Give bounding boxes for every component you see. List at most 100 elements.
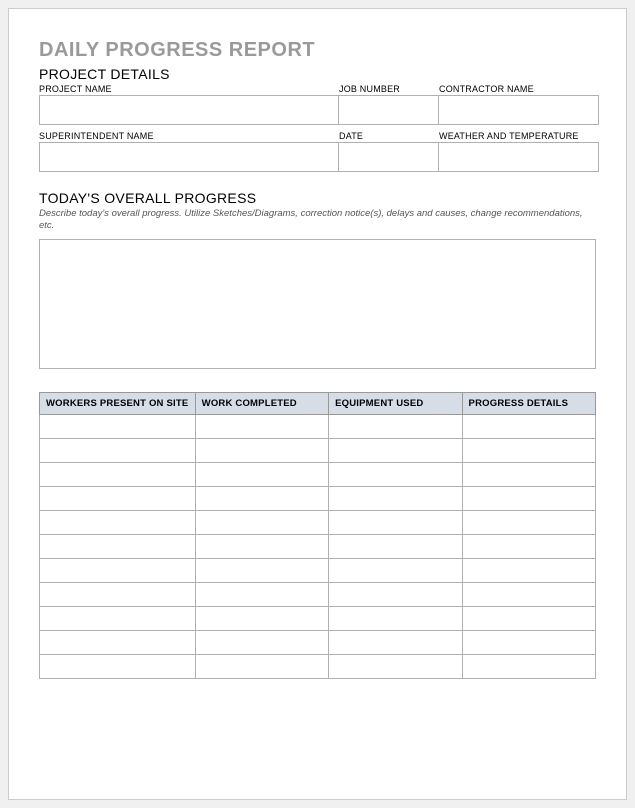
project-name-label: PROJECT NAME <box>39 84 339 94</box>
table-cell <box>195 654 328 678</box>
table-cell-input[interactable] <box>467 585 591 604</box>
table-cell-input[interactable] <box>333 633 457 652</box>
table-row <box>40 438 596 462</box>
table-cell <box>329 606 462 630</box>
table-cell-input[interactable] <box>333 441 457 460</box>
table-cell-input[interactable] <box>200 513 324 532</box>
table-cell-input[interactable] <box>44 417 191 436</box>
table-cell <box>195 438 328 462</box>
table-cell-input[interactable] <box>44 513 191 532</box>
table-cell-input[interactable] <box>333 489 457 508</box>
project-details-heading: PROJECT DETAILS <box>39 66 596 82</box>
table-cell-input[interactable] <box>333 417 457 436</box>
table-cell <box>462 414 595 438</box>
date-input[interactable] <box>339 142 439 172</box>
table-cell <box>329 654 462 678</box>
table-cell-input[interactable] <box>467 609 591 628</box>
table-cell-input[interactable] <box>333 537 457 556</box>
superintendent-name-input[interactable] <box>39 142 339 172</box>
table-cell-input[interactable] <box>200 465 324 484</box>
contractor-name-input[interactable] <box>439 95 599 125</box>
table-cell <box>462 606 595 630</box>
table-cell-input[interactable] <box>467 561 591 580</box>
table-cell <box>40 630 196 654</box>
table-cell <box>462 582 595 606</box>
table-cell-input[interactable] <box>333 465 457 484</box>
table-cell-input[interactable] <box>467 513 591 532</box>
table-cell <box>329 558 462 582</box>
table-cell-input[interactable] <box>333 561 457 580</box>
table-cell <box>40 534 196 558</box>
table-cell-input[interactable] <box>467 489 591 508</box>
table-cell <box>462 486 595 510</box>
table-cell-input[interactable] <box>44 441 191 460</box>
table-cell <box>195 510 328 534</box>
table-cell-input[interactable] <box>200 657 324 676</box>
table-row <box>40 558 596 582</box>
table-cell-input[interactable] <box>200 537 324 556</box>
workers-table-head: WORKERS PRESENT ON SITE WORK COMPLETED E… <box>40 392 596 414</box>
table-cell <box>462 534 595 558</box>
table-cell <box>462 438 595 462</box>
table-cell <box>329 486 462 510</box>
table-cell <box>195 414 328 438</box>
contractor-name-label: CONTRACTOR NAME <box>439 84 599 94</box>
table-cell <box>329 630 462 654</box>
table-cell-input[interactable] <box>333 657 457 676</box>
progress-section: TODAY'S OVERALL PROGRESS Describe today'… <box>39 190 596 392</box>
table-cell-input[interactable] <box>467 441 591 460</box>
table-cell-input[interactable] <box>44 465 191 484</box>
table-cell <box>40 414 196 438</box>
table-cell-input[interactable] <box>200 489 324 508</box>
table-cell-input[interactable] <box>467 465 591 484</box>
table-cell-input[interactable] <box>44 633 191 652</box>
table-cell-input[interactable] <box>333 513 457 532</box>
table-cell-input[interactable] <box>200 633 324 652</box>
table-cell <box>329 438 462 462</box>
table-cell-input[interactable] <box>467 633 591 652</box>
table-cell-input[interactable] <box>44 561 191 580</box>
table-row <box>40 534 596 558</box>
weather-cell: WEATHER AND TEMPERATURE <box>439 131 599 172</box>
superintendent-name-cell: SUPERINTENDENT NAME <box>39 131 339 172</box>
table-row <box>40 486 596 510</box>
project-name-input[interactable] <box>39 95 339 125</box>
date-cell: DATE <box>339 131 439 172</box>
table-cell-input[interactable] <box>44 609 191 628</box>
table-cell-input[interactable] <box>200 609 324 628</box>
table-cell <box>329 510 462 534</box>
table-cell <box>329 414 462 438</box>
table-cell <box>462 462 595 486</box>
progress-helper-text: Describe today's overall progress. Utili… <box>39 208 596 233</box>
table-cell-input[interactable] <box>44 537 191 556</box>
table-cell-input[interactable] <box>200 585 324 604</box>
progress-textarea[interactable] <box>39 239 596 369</box>
table-cell <box>329 582 462 606</box>
table-cell-input[interactable] <box>44 489 191 508</box>
workers-table-body <box>40 414 596 678</box>
table-cell <box>195 606 328 630</box>
table-cell-input[interactable] <box>333 585 457 604</box>
table-cell <box>195 558 328 582</box>
progress-heading: TODAY'S OVERALL PROGRESS <box>39 190 596 206</box>
table-cell-input[interactable] <box>467 657 591 676</box>
table-cell <box>462 510 595 534</box>
col-workers-present: WORKERS PRESENT ON SITE <box>40 392 196 414</box>
table-cell-input[interactable] <box>44 585 191 604</box>
table-cell <box>40 606 196 630</box>
table-cell-input[interactable] <box>467 417 591 436</box>
table-cell-input[interactable] <box>44 657 191 676</box>
details-row-1: PROJECT NAME JOB NUMBER CONTRACTOR NAME <box>39 84 596 125</box>
table-cell-input[interactable] <box>333 609 457 628</box>
job-number-cell: JOB NUMBER <box>339 84 439 125</box>
table-cell <box>195 462 328 486</box>
weather-input[interactable] <box>439 142 599 172</box>
table-cell <box>329 534 462 558</box>
table-cell-input[interactable] <box>467 537 591 556</box>
table-cell <box>329 462 462 486</box>
table-cell-input[interactable] <box>200 417 324 436</box>
col-equipment-used: EQUIPMENT USED <box>329 392 462 414</box>
table-cell-input[interactable] <box>200 441 324 460</box>
job-number-input[interactable] <box>339 95 439 125</box>
table-cell-input[interactable] <box>200 561 324 580</box>
